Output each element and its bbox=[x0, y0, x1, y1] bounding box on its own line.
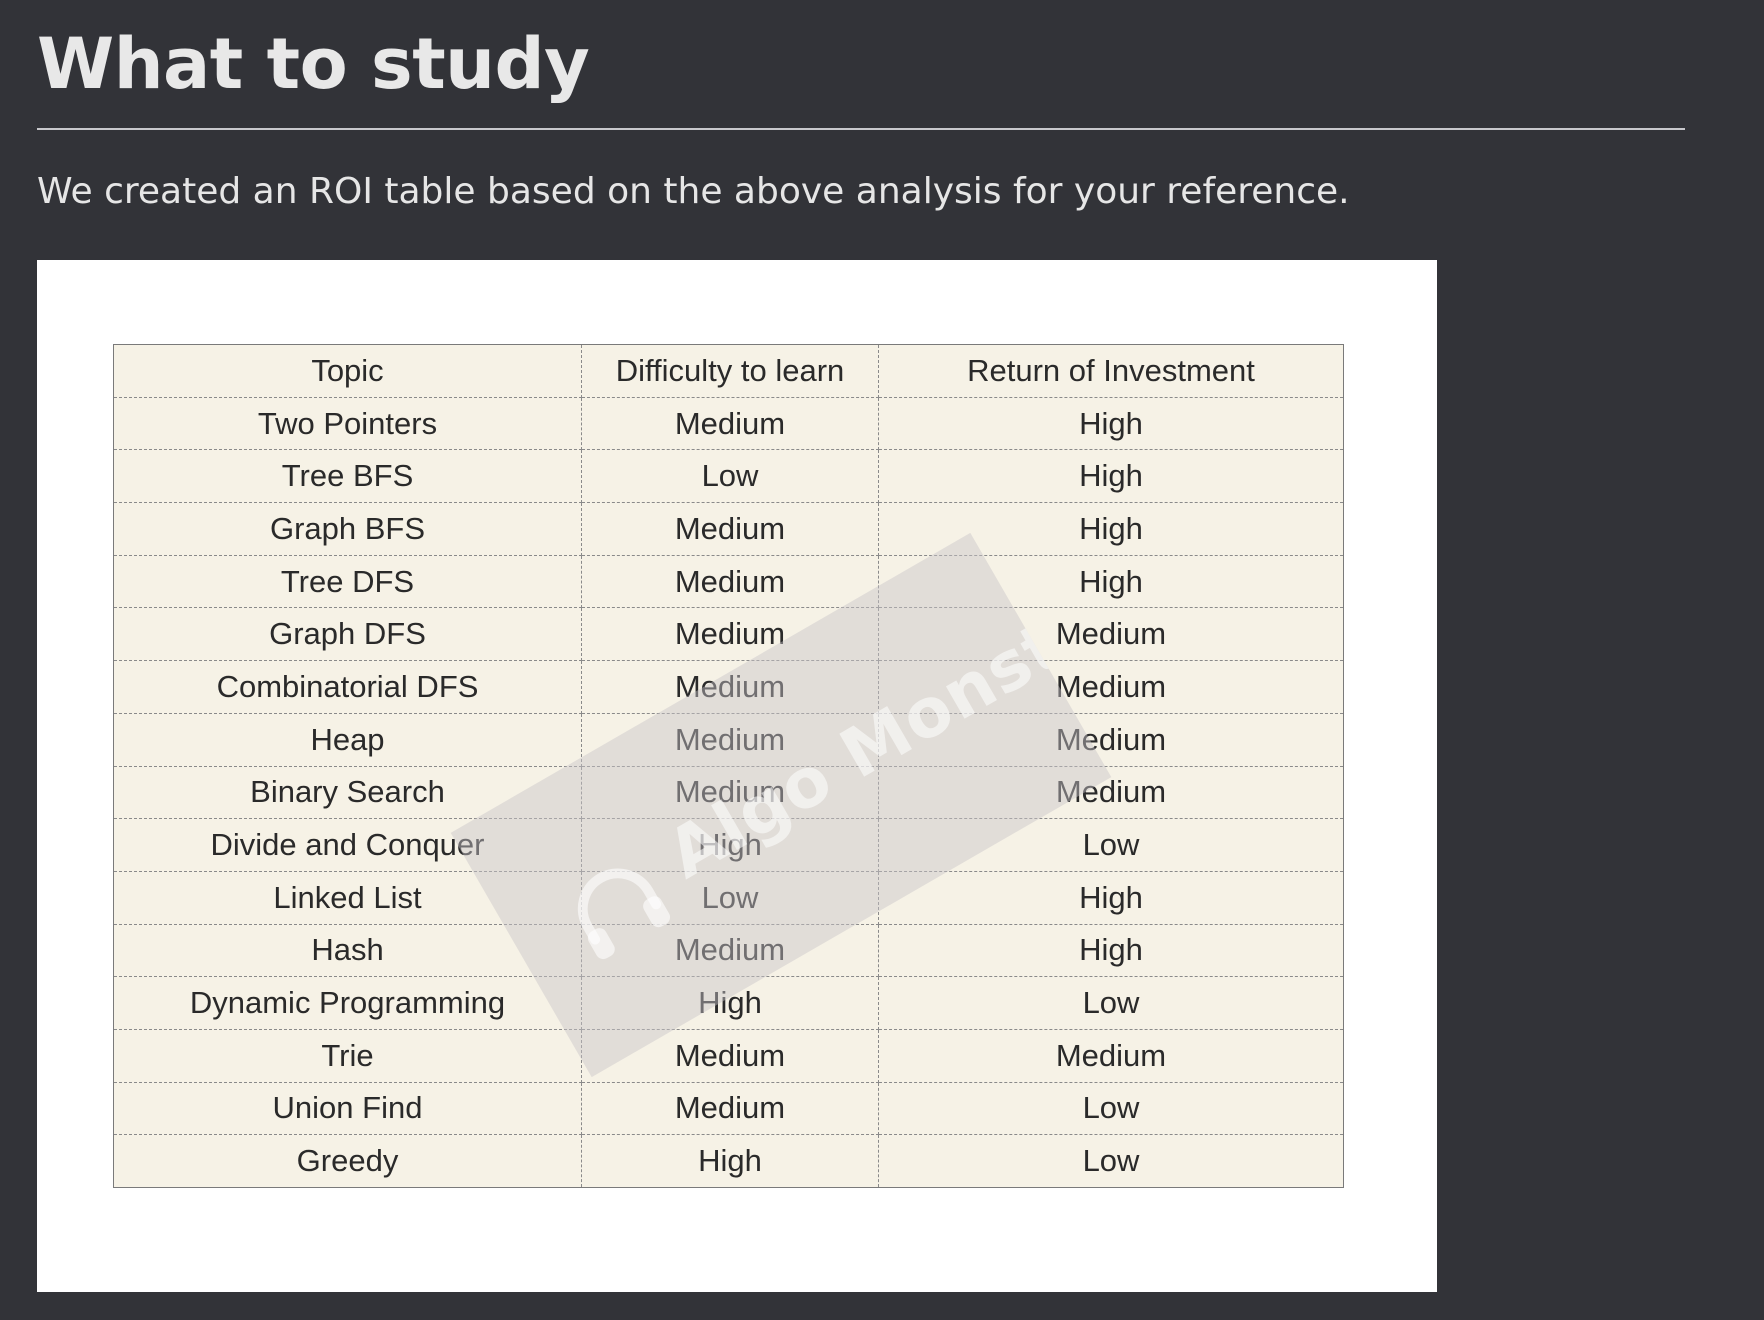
cell-return: High bbox=[878, 397, 1344, 451]
cell-return: High bbox=[878, 502, 1344, 556]
cell-return: Medium bbox=[878, 607, 1344, 662]
header-return: Return of Investment bbox=[878, 344, 1344, 398]
cell-return: Medium bbox=[878, 660, 1344, 714]
cell-topic: Linked List bbox=[113, 871, 582, 925]
article-section: What to study We created an ROI table ba… bbox=[0, 0, 1764, 1320]
table-row: Linked List Low High bbox=[113, 871, 1344, 925]
cell-difficulty: Medium bbox=[581, 555, 879, 609]
table-row: Tree DFS Medium High bbox=[113, 555, 1344, 609]
roi-table-image: Topic Difficulty to learn Return of Inve… bbox=[37, 260, 1437, 1292]
cell-topic: Divide and Conquer bbox=[113, 818, 582, 872]
table-row: Dynamic Programming High Low bbox=[113, 976, 1344, 1030]
cell-return: High bbox=[878, 449, 1344, 504]
heading-divider bbox=[37, 128, 1685, 130]
cell-topic: Two Pointers bbox=[113, 397, 582, 451]
cell-difficulty: Medium bbox=[581, 713, 879, 767]
cell-return: High bbox=[878, 871, 1344, 925]
cell-return: Low bbox=[878, 1082, 1344, 1136]
cell-topic: Union Find bbox=[113, 1082, 582, 1136]
cell-topic: Combinatorial DFS bbox=[113, 660, 582, 714]
table-row: Tree BFS Low High bbox=[113, 449, 1344, 504]
cell-difficulty: Medium bbox=[581, 1029, 879, 1083]
table-body: Two Pointers Medium High Tree BFS Low High Gra… bbox=[113, 397, 1344, 1188]
cell-topic: Heap bbox=[113, 713, 582, 767]
cell-difficulty: High bbox=[581, 976, 879, 1030]
cell-topic: Graph DFS bbox=[113, 607, 582, 662]
cell-topic: Tree DFS bbox=[113, 555, 582, 609]
cell-topic: Dynamic Programming bbox=[113, 976, 582, 1030]
cell-difficulty: Medium bbox=[581, 924, 879, 978]
table-row: Binary Search Medium Medium bbox=[113, 766, 1344, 820]
page-title: What to study bbox=[37, 23, 590, 105]
cell-topic: Trie bbox=[113, 1029, 582, 1083]
table-row: Graph DFS Medium Medium bbox=[113, 607, 1344, 662]
cell-return: High bbox=[878, 924, 1344, 978]
cell-return: Medium bbox=[878, 766, 1344, 820]
cell-topic: Greedy bbox=[113, 1134, 582, 1188]
cell-difficulty: Low bbox=[581, 871, 879, 925]
header-topic: Topic bbox=[113, 344, 582, 398]
cell-difficulty: Low bbox=[581, 449, 879, 504]
table-row: Trie Medium Medium bbox=[113, 1029, 1344, 1083]
cell-difficulty: Medium bbox=[581, 607, 879, 662]
table-row: Union Find Medium Low bbox=[113, 1082, 1344, 1136]
cell-difficulty: High bbox=[581, 818, 879, 872]
cell-return: Medium bbox=[878, 713, 1344, 767]
cell-topic: Tree BFS bbox=[113, 449, 582, 504]
cell-topic: Graph BFS bbox=[113, 502, 582, 556]
table-row: Heap Medium Medium bbox=[113, 713, 1344, 767]
cell-return: High bbox=[878, 555, 1344, 609]
cell-difficulty: Medium bbox=[581, 660, 879, 714]
cell-difficulty: Medium bbox=[581, 502, 879, 556]
cell-difficulty: Medium bbox=[581, 766, 879, 820]
cell-topic: Hash bbox=[113, 924, 582, 978]
table-row: Greedy High Low bbox=[113, 1134, 1344, 1188]
cell-return: Medium bbox=[878, 1029, 1344, 1083]
table-row: Combinatorial DFS Medium Medium bbox=[113, 660, 1344, 714]
cell-return: Low bbox=[878, 818, 1344, 872]
table-header-row: Topic Difficulty to learn Return of Inve… bbox=[113, 344, 1344, 398]
cell-difficulty: Medium bbox=[581, 1082, 879, 1136]
header-difficulty: Difficulty to learn bbox=[581, 344, 879, 398]
table-row: Hash Medium High bbox=[113, 924, 1344, 978]
cell-difficulty: Medium bbox=[581, 397, 879, 451]
cell-topic: Binary Search bbox=[113, 766, 582, 820]
cell-return: Low bbox=[878, 976, 1344, 1030]
table-row: Two Pointers Medium High bbox=[113, 397, 1344, 451]
intro-paragraph: We created an ROI table based on the abo… bbox=[37, 171, 1350, 212]
roi-table: Topic Difficulty to learn Return of Inve… bbox=[113, 344, 1344, 1188]
table-row: Graph BFS Medium High bbox=[113, 502, 1344, 556]
table-row: Divide and Conquer High Low bbox=[113, 818, 1344, 872]
cell-return: Low bbox=[1082, 1143, 1140, 1179]
cell-difficulty: High bbox=[581, 1134, 879, 1188]
